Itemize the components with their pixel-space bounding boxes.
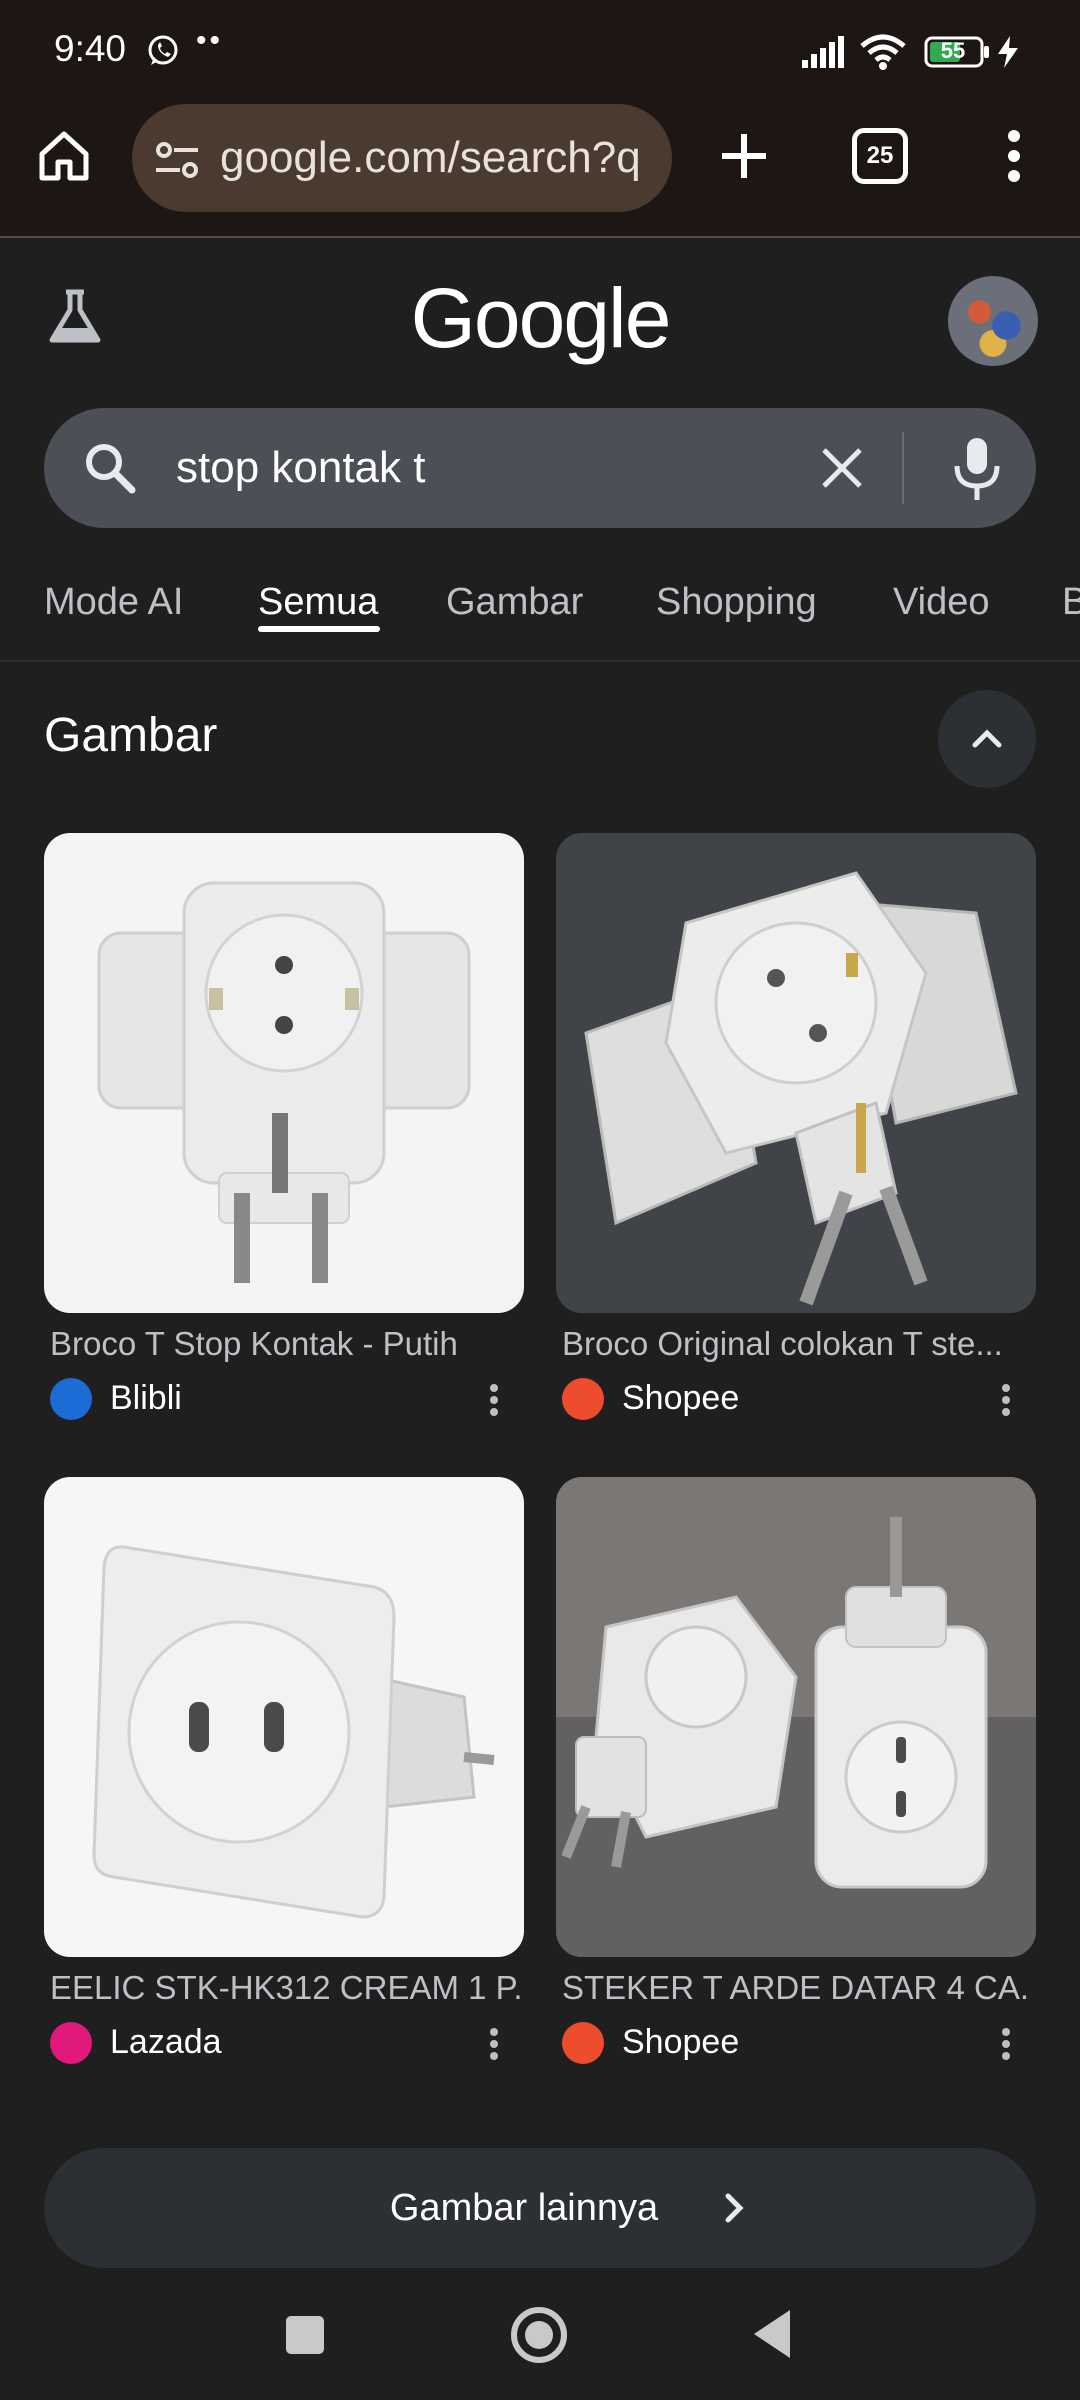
section-title: Gambar: [44, 709, 218, 762]
tab-switcher-button[interactable]: 25: [852, 128, 908, 184]
shopee-logo-icon: [562, 2022, 604, 2064]
tab-b[interactable]: B: [1062, 570, 1080, 634]
tab-mode-ai[interactable]: Mode AI: [44, 570, 183, 634]
more-options-icon[interactable]: [482, 2022, 506, 2066]
more-options-icon[interactable]: [994, 2022, 1018, 2066]
active-tab-indicator: [258, 626, 380, 632]
image-result-3[interactable]: [44, 1477, 524, 1957]
shopee-logo-icon: [562, 1378, 604, 1420]
chevron-up-icon: [972, 729, 1002, 748]
battery-level: 55: [940, 38, 966, 63]
wifi-icon: [860, 34, 906, 70]
search-box[interactable]: stop kontak t: [44, 408, 1036, 528]
search-input[interactable]: stop kontak t: [176, 438, 776, 498]
lazada-logo-icon: [50, 2022, 92, 2064]
home-circle-icon[interactable]: [510, 2306, 568, 2364]
status-bar: 9:40 •• 55: [0, 0, 1080, 100]
clear-icon[interactable]: [812, 438, 872, 498]
socket-adapter-photo: [556, 833, 1036, 1313]
account-avatar[interactable]: [948, 276, 1038, 366]
microphone-icon[interactable]: [944, 434, 1010, 504]
search-divider: [902, 432, 904, 504]
notification-dots-icon: ••: [196, 24, 224, 57]
back-triangle-icon[interactable]: [752, 2308, 792, 2360]
result-source[interactable]: Lazada: [110, 2020, 222, 2064]
socket-adapter-photo: [97, 881, 471, 1283]
result-title[interactable]: EELIC STK-HK312 CREAM 1 P...: [50, 1966, 520, 2010]
result-source[interactable]: Shopee: [622, 1376, 739, 1420]
search-tabs: Mode AI Semua Gambar Shopping Video B: [0, 560, 1080, 662]
result-title[interactable]: Broco Original colokan T ste...: [562, 1322, 1032, 1366]
more-menu-icon[interactable]: [994, 124, 1034, 188]
collapse-button[interactable]: [938, 690, 1036, 788]
url-bar[interactable]: google.com/search?q: [132, 104, 672, 212]
result-title[interactable]: STEKER T ARDE DATAR 4 CA...: [562, 1966, 1032, 2010]
chevron-right-icon: [725, 2193, 744, 2223]
status-time: 9:40: [54, 28, 127, 69]
tab-semua[interactable]: Semua: [258, 570, 378, 634]
image-result-2[interactable]: [556, 833, 1036, 1313]
url-text[interactable]: google.com/search?q: [220, 132, 660, 184]
browser-toolbar: google.com/search?q 25: [0, 100, 1080, 238]
socket-adapter-photo: [92, 1545, 495, 1919]
more-images-label: Gambar lainnya: [389, 2187, 659, 2229]
result-source[interactable]: Blibli: [110, 1376, 182, 1420]
tab-shopping[interactable]: Shopping: [656, 570, 817, 634]
home-icon[interactable]: [34, 126, 94, 186]
tab-video[interactable]: Video: [893, 570, 990, 634]
image-result-1[interactable]: [44, 833, 524, 1313]
new-tab-icon[interactable]: [712, 124, 776, 188]
blibli-logo-icon: [50, 1378, 92, 1420]
result-source[interactable]: Shopee: [622, 2020, 739, 2064]
google-logo: Google: [410, 271, 672, 365]
result-title[interactable]: Broco T Stop Kontak - Putih: [50, 1322, 520, 1366]
search-icon: [86, 444, 136, 494]
recents-button[interactable]: [286, 2316, 324, 2354]
image-result-4[interactable]: [556, 1477, 1036, 1957]
more-images-button[interactable]: Gambar lainnya: [44, 2148, 1036, 2268]
socket-adapter-photo: [556, 1477, 1036, 1957]
more-options-icon[interactable]: [482, 1378, 506, 1422]
labs-flask-icon[interactable]: [44, 286, 106, 348]
signal-icon: [802, 36, 844, 68]
whatsapp-icon: [148, 35, 178, 65]
tab-count: 25: [866, 142, 894, 169]
site-settings-icon[interactable]: [154, 140, 200, 180]
more-options-icon[interactable]: [994, 1378, 1018, 1422]
charging-bolt-icon: [998, 36, 1018, 68]
tab-gambar[interactable]: Gambar: [446, 570, 583, 634]
